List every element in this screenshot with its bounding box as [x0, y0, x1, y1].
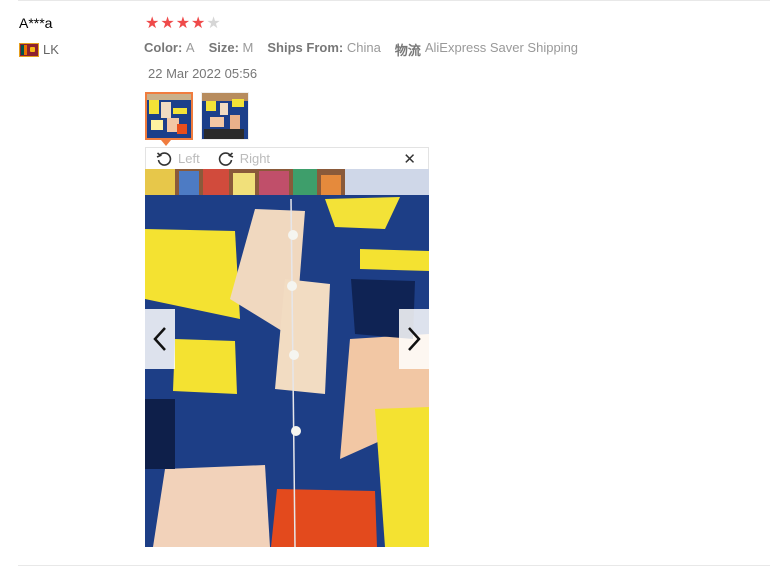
- star-filled-icon: ★: [175, 15, 191, 32]
- bottom-divider: [18, 565, 770, 566]
- review-image-preview[interactable]: [145, 169, 429, 547]
- star-empty-icon: ★: [206, 15, 221, 32]
- review-thumbnail-2[interactable]: [201, 92, 249, 140]
- review-thumbnail-1[interactable]: [145, 92, 193, 140]
- review-date: 22 Mar 2022 05:56: [148, 66, 258, 81]
- ships-from-value: China: [346, 40, 381, 55]
- star-filled-icon: ★: [145, 15, 160, 32]
- rotate-right-label: Right: [239, 151, 271, 166]
- top-divider: [18, 0, 770, 1]
- close-icon[interactable]: ✕: [403, 150, 416, 168]
- star-rating: ★ ★ ★ ★ ★: [145, 16, 221, 32]
- color-label: Color:: [144, 40, 183, 55]
- chevron-right-icon: [408, 327, 421, 351]
- rotate-left-icon: [156, 151, 172, 166]
- rotate-right-icon: [218, 151, 234, 166]
- logistics-label: 物流: [394, 43, 421, 58]
- previous-image-button[interactable]: [145, 309, 175, 369]
- next-image-button[interactable]: [399, 309, 429, 369]
- rotate-left-button[interactable]: Left: [156, 151, 200, 167]
- selected-thumbnail-pointer: [161, 140, 171, 146]
- rotate-left-label: Left: [178, 151, 200, 166]
- size-label: Size:: [208, 40, 239, 55]
- color-value: A: [185, 40, 195, 55]
- image-viewer-toolbar: Left Right ✕: [145, 147, 429, 169]
- reviewer-name: A***a: [19, 15, 53, 31]
- star-filled-icon: ★: [160, 15, 175, 32]
- sri-lanka-flag-icon: [19, 42, 39, 57]
- review-attributes: Color: A Size: M Ships From: China 物流 Ali…: [144, 40, 592, 59]
- ships-from-label: Ships From:: [267, 40, 344, 55]
- rotate-right-button[interactable]: Right: [218, 151, 270, 167]
- chevron-left-icon: [153, 327, 166, 351]
- country-code: LK: [43, 42, 59, 57]
- reviewer-country: LK: [19, 42, 59, 57]
- shirt-photo: [145, 169, 429, 547]
- star-filled-icon: ★: [191, 15, 206, 32]
- logistics-value: AliExpress Saver Shipping: [424, 40, 579, 55]
- size-value: M: [242, 40, 254, 55]
